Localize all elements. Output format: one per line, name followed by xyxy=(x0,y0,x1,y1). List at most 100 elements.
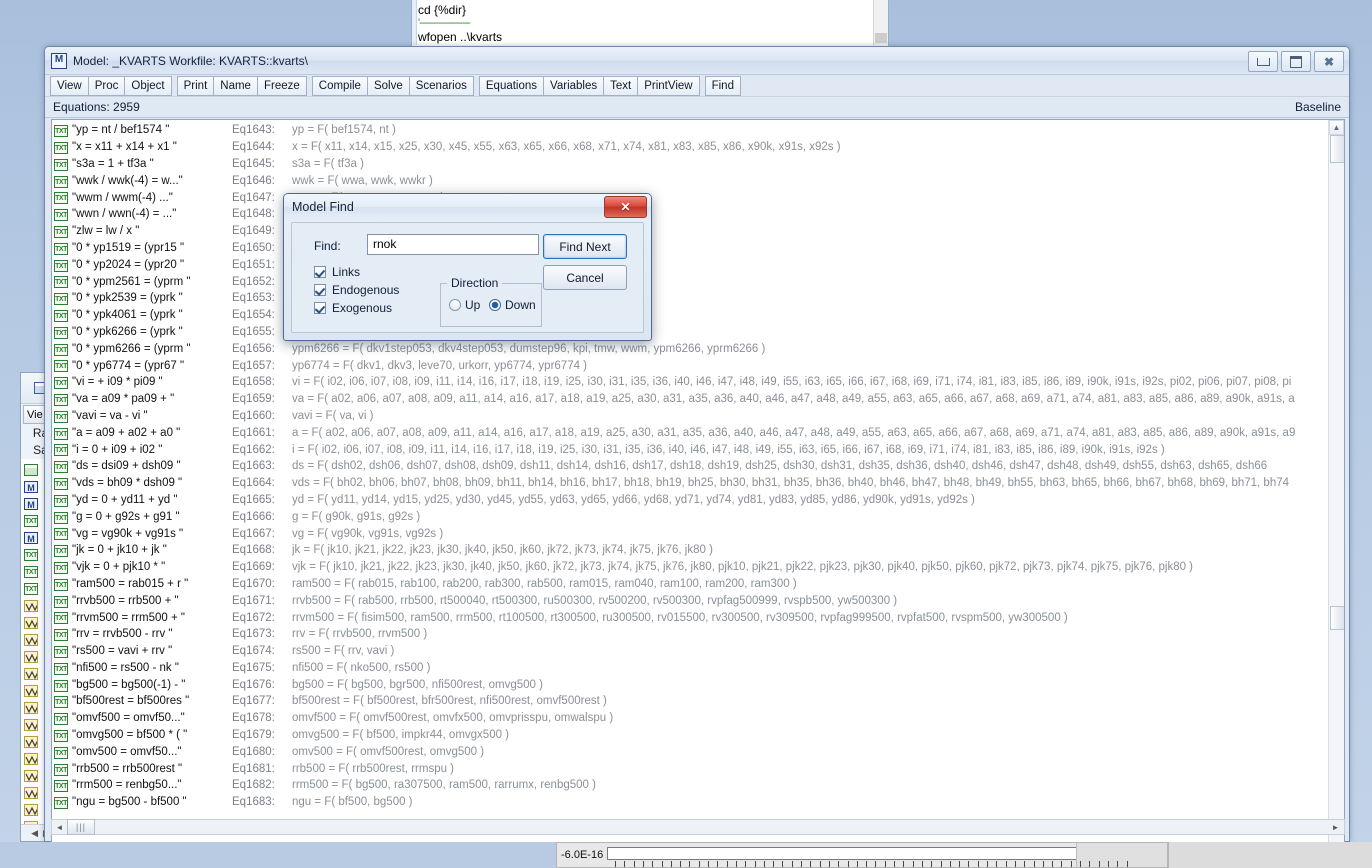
cancel-button[interactable]: Cancel xyxy=(543,265,627,290)
equation-row[interactable]: TXT "0 * ypm6266 = (yprm " Eq1656: ypm6266 … xyxy=(52,340,1329,357)
model-toolbar[interactable]: View Proc Object Print Name Freeze Compile Solv… xyxy=(45,75,1349,97)
background-command-window[interactable]: cd {%dir} '------------------- wfopen ..… xyxy=(411,0,889,47)
equation-row[interactable]: TXT "wwk / wwk(-4) = w..." Eq1646: wwk = F(… xyxy=(52,172,1329,189)
toolbar-button-find[interactable]: Find xyxy=(704,75,741,96)
equation-row[interactable]: TXT "rrv = rrvb500 - rrv " Eq1673: rrv = F(… xyxy=(52,626,1329,643)
range-tick xyxy=(912,861,914,867)
scroll-up-button[interactable]: ▲ xyxy=(1329,120,1344,135)
window-controls[interactable]: ✖ xyxy=(1248,51,1344,72)
equation-row[interactable]: TXT "ram500 = rab015 + r " Eq1670: ram500 =… xyxy=(52,576,1329,593)
maximize-button[interactable] xyxy=(1281,51,1311,72)
toolbar-button-compile[interactable]: Compile xyxy=(311,75,368,96)
minimize-button[interactable] xyxy=(1248,51,1278,72)
equation-row[interactable]: TXT "rs500 = vavi + rrv " Eq1674: rs500 = F… xyxy=(52,643,1329,660)
checkbox-endogenous-box[interactable] xyxy=(314,284,326,296)
equation-row[interactable]: TXT "vjk = 0 + pjk10 * " Eq1669: vjk = F( j… xyxy=(52,559,1329,576)
equation-row[interactable]: TXT "vg = vg90k + vg91s " Eq1667: vg = F( v… xyxy=(52,525,1329,542)
equation-row[interactable]: TXT"0 * ypk4061 = (yprk "Eq1654:ypk4061 … xyxy=(52,307,1329,324)
toolbar-button-printview[interactable]: PrintView xyxy=(637,75,700,96)
scroll-thumb-top[interactable] xyxy=(1330,135,1344,163)
toolbar-button-print[interactable]: Print xyxy=(176,75,215,96)
radio-up-button[interactable] xyxy=(449,299,461,311)
equation-row[interactable]: TXT "omvf500 = omvf50..." Eq1678: omvf500 =… xyxy=(52,710,1329,727)
equation-row[interactable]: TXT "yp = nt / bef1574 " Eq1643: yp = F( be… xyxy=(52,122,1329,139)
find-input[interactable]: rnok xyxy=(367,234,539,255)
equation-list[interactable]: TXT "yp = nt / bef1574 " Eq1643: yp = F( be… xyxy=(51,119,1345,861)
radio-down-button[interactable] xyxy=(489,299,501,311)
checkbox-exogenous-box[interactable] xyxy=(314,302,326,314)
equation-row[interactable]: TXT "ds = dsi09 + dsh09 " Eq1663: ds = F( d… xyxy=(52,458,1329,475)
toolbar-button-object[interactable]: Object xyxy=(124,75,172,96)
equation-row[interactable]: TXT "yd = 0 + yd11 + yd " Eq1665: yd = F( y… xyxy=(52,492,1329,509)
toolbar-button-equations[interactable]: Equations xyxy=(478,75,545,96)
close-button[interactable]: ✖ xyxy=(1314,51,1344,72)
equation-row[interactable]: TXT"0 * yp1519 = (ypr15 "Eq1650:yp1519 =… xyxy=(52,240,1329,257)
equation-row[interactable]: TXT "x = x11 + x14 + x1 " Eq1644: x = F( x1… xyxy=(52,139,1329,156)
checkbox-links-label: Links xyxy=(332,265,361,279)
equation-row[interactable]: TXT "i = 0 + i09 + i02 " Eq1662: i = F( i02… xyxy=(52,441,1329,458)
toolbar-button-variables[interactable]: Variables xyxy=(543,75,605,96)
equation-row[interactable]: TXT "va = a09 * pa09 + " Eq1659: va = F( a0… xyxy=(52,391,1329,408)
checkbox-endogenous[interactable]: Endogenous xyxy=(314,283,399,297)
equation-row[interactable]: TXT"zlw = lw / x "Eq1649:zlw = F( lw, x … xyxy=(52,223,1329,240)
equation-row[interactable]: TXT "g = 0 + g92s + g91 " Eq1666: g = F( g9… xyxy=(52,508,1329,525)
equation-row[interactable]: TXT "rrm500 = renbg50..." Eq1682: rrm500 = … xyxy=(52,777,1329,794)
hscroll-right-button[interactable]: ► xyxy=(1328,820,1343,834)
hscroll-thumb[interactable]: ||| xyxy=(67,819,95,835)
equation-row[interactable]: TXT "vi = + i09 * pi09 " Eq1658: vi = F( i0… xyxy=(52,374,1329,391)
dialog-titlebar[interactable]: Model Find ✕ xyxy=(284,194,651,220)
equation-row[interactable]: TXT "s3a = 1 + tf3a " Eq1645: s3a = F( tf3a… xyxy=(52,156,1329,173)
toolbar-button-proc[interactable]: Proc xyxy=(87,75,126,96)
equation-row[interactable]: TXT "rrvm500 = rrm500 + " Eq1672: rrvm500 =… xyxy=(52,609,1329,626)
scroll-thumb[interactable] xyxy=(1330,606,1344,630)
toolbar-button-name[interactable]: Name xyxy=(213,75,258,96)
toolbar-button-scenarios[interactable]: Scenarios xyxy=(408,75,474,96)
equation-row[interactable]: TXT"wwm / wwm(-4) ..."Eq1647:wwm = F( ww… xyxy=(52,189,1329,206)
equation-row[interactable]: TXT"0 * ypk6266 = (yprk "Eq1655:ypk6266 … xyxy=(52,324,1329,341)
radio-down[interactable]: Down xyxy=(489,298,536,312)
equation-row[interactable]: TXT "bf500rest = bf500res " Eq1677: bf500re… xyxy=(52,693,1329,710)
checkbox-exogenous[interactable]: Exogenous xyxy=(314,301,392,315)
equation-definition: jk = F( jk10, jk21, jk22, jk23, jk30, jk… xyxy=(292,544,713,557)
equation-row[interactable]: TXT "omvg500 = bf500 * ( " Eq1679: omvg500 … xyxy=(52,727,1329,744)
equation-row[interactable]: TXT"0 * ypk2539 = (yprk "Eq1653:ypk2539 … xyxy=(52,290,1329,307)
toolbar-button-text[interactable]: Text xyxy=(603,75,639,96)
toolbar-button-solve[interactable]: Solve xyxy=(366,75,410,96)
equation-row[interactable]: TXT "bg500 = bg500(-1) - " Eq1676: bg500 = … xyxy=(52,676,1329,693)
equation-list-vscrollbar[interactable]: ▲ ▼ xyxy=(1328,120,1344,860)
find-next-button[interactable]: Find Next xyxy=(543,234,627,259)
equation-row[interactable]: TXT"wwn / wwn(-4) = ..."Eq1648:wwn = F( … xyxy=(52,206,1329,223)
checkbox-links-box[interactable] xyxy=(314,266,326,278)
equation-row[interactable]: TXT "rrvb500 = rrb500 + " Eq1671: rrvb500 =… xyxy=(52,592,1329,609)
equation-row[interactable]: TXT "omv500 = omvf50..." Eq1680: omv500 = F… xyxy=(52,743,1329,760)
equation-row[interactable]: TXT "vds = bh09 * dsh09 " Eq1664: vds = F( … xyxy=(52,475,1329,492)
range-tick xyxy=(903,861,905,867)
hscroll-left-button[interactable]: ◄ xyxy=(52,820,67,834)
equation-row[interactable]: TXT "jk = 0 + jk10 + jk " Eq1668: jk = F( j… xyxy=(52,542,1329,559)
equation-row[interactable]: TXT "a = a09 + a02 + a0 " Eq1661: a = F( a0… xyxy=(52,424,1329,441)
model-find-dialog[interactable]: Model Find ✕ Find: rnok Find Next Cancel… xyxy=(283,193,652,341)
scroll-left-icon[interactable]: ◀ xyxy=(31,828,38,839)
equation-row[interactable]: TXT "vavi = va - vi " Eq1660: vavi = F( va,… xyxy=(52,408,1329,425)
command-window-scroll-thumb[interactable] xyxy=(875,33,887,43)
equation-row[interactable]: TXT "ngu = bg500 - bf500 " Eq1683: ngu = F(… xyxy=(52,794,1329,811)
model-window[interactable]: M Model: _KVARTS Workfile: KVARTS::kvart… xyxy=(44,46,1350,861)
equation-row[interactable]: TXT "nfi500 = rs500 - nk " Eq1675: nfi500 =… xyxy=(52,660,1329,677)
equation-row[interactable]: TXT"0 * yp2024 = (ypr20 "Eq1651:yp2024 =… xyxy=(52,256,1329,273)
dialog-close-button[interactable]: ✕ xyxy=(604,196,647,218)
equation-name: "omvf500 = omvf50..." xyxy=(72,712,185,725)
equation-row[interactable]: TXT"0 * ypm2561 = (yprm "Eq1652:ypm2561 … xyxy=(52,273,1329,290)
equation-rows[interactable]: TXT "yp = nt / bef1574 " Eq1643: yp = F( be… xyxy=(52,122,1329,811)
range-track[interactable] xyxy=(607,846,1117,860)
model-window-titlebar[interactable]: M Model: _KVARTS Workfile: KVARTS::kvart… xyxy=(45,47,1349,75)
equation-row[interactable]: TXT "rrb500 = rrb500rest " Eq1681: rrb500 =… xyxy=(52,760,1329,777)
toolbar-button-view[interactable]: View xyxy=(50,75,89,96)
radio-up[interactable]: Up xyxy=(449,298,480,312)
command-window-scrollbar[interactable] xyxy=(873,0,888,45)
toolbar-button-freeze[interactable]: Freeze xyxy=(256,75,307,96)
equation-list-hscrollbar[interactable]: ◄ ||| ► xyxy=(51,819,1345,835)
checkbox-links[interactable]: Links xyxy=(314,265,360,279)
row-icon-cell: TXT xyxy=(52,577,72,591)
equation-row[interactable]: TXT "0 * yp6774 = (ypr67 " Eq1657: yp6774 =… xyxy=(52,357,1329,374)
bottom-range-panel[interactable]: -6.0E-16 -6.0E-16 xyxy=(556,842,1168,868)
